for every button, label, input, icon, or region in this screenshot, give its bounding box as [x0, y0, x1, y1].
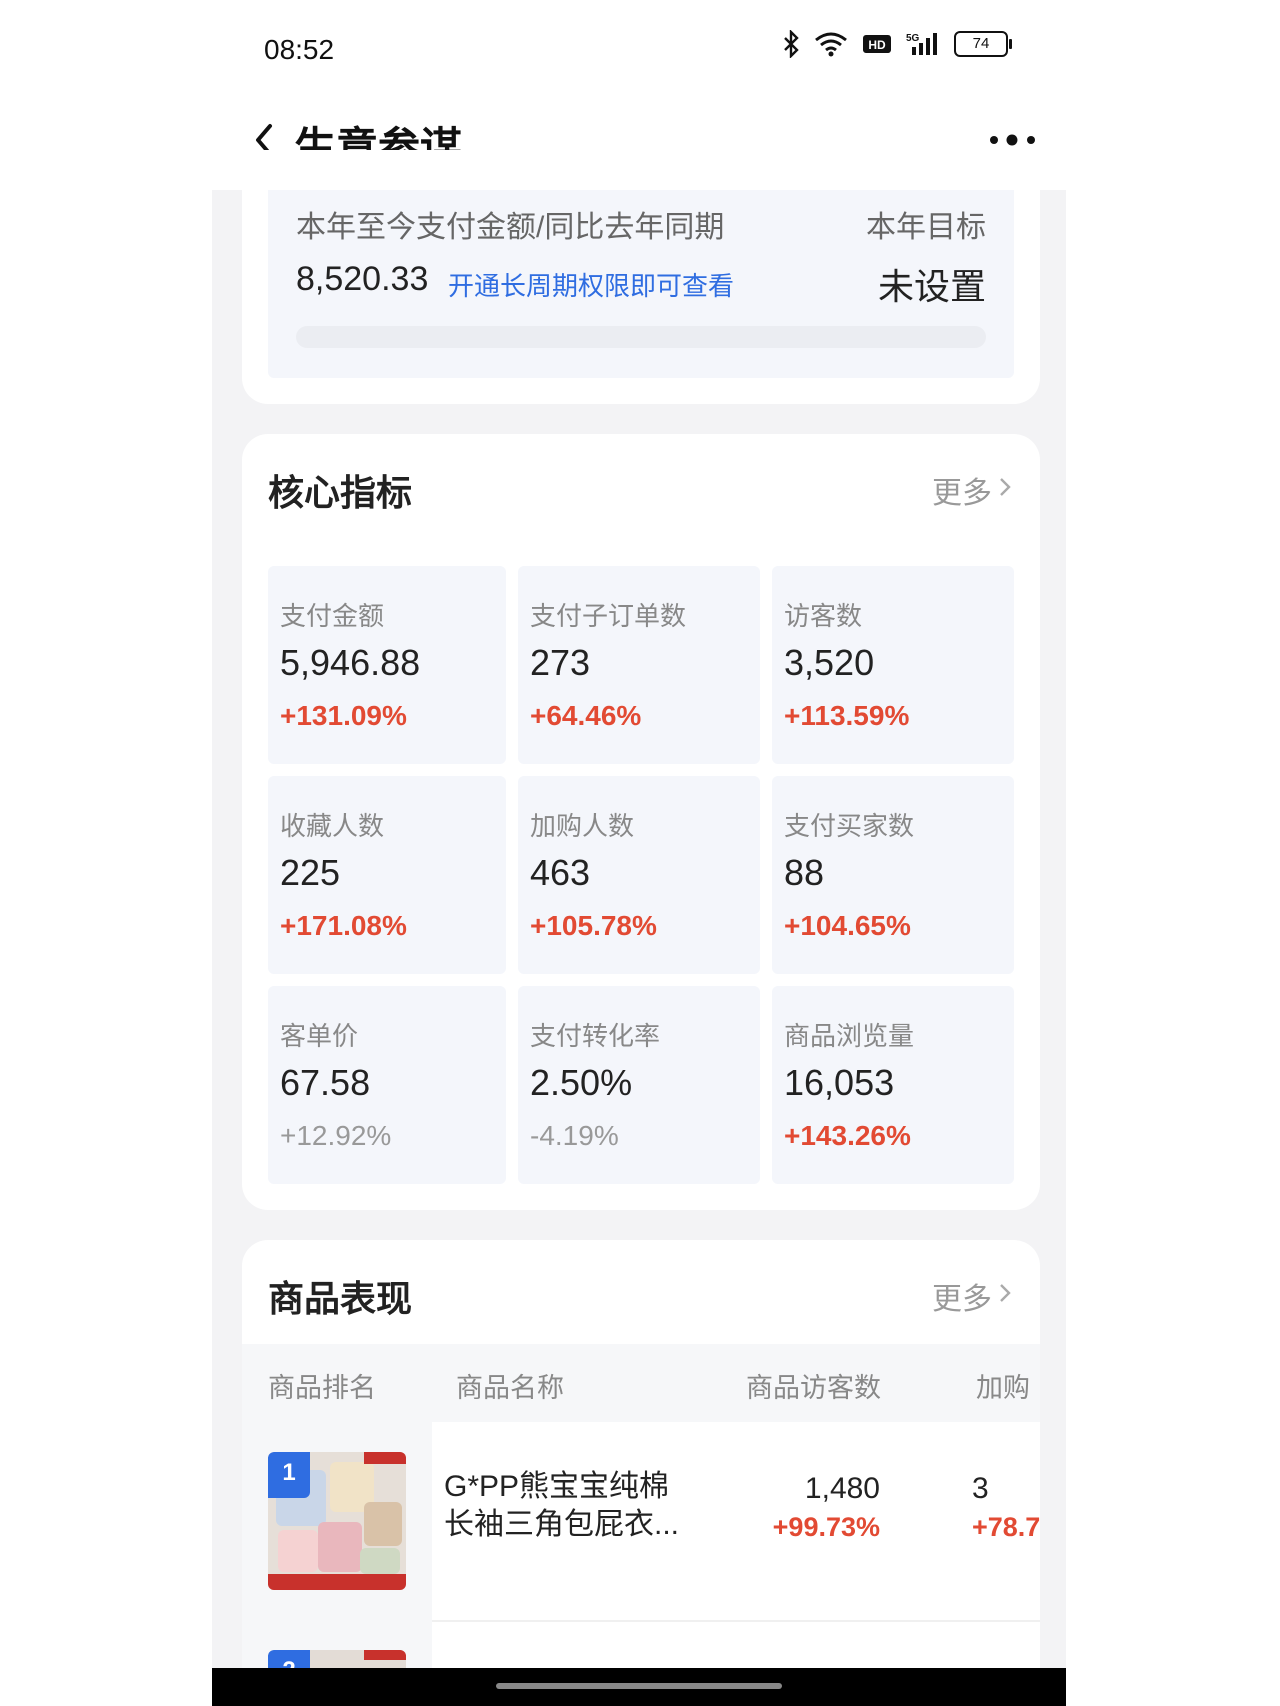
metric-label: 客单价: [280, 1021, 359, 1051]
goal-progress-bar: [296, 326, 986, 348]
annual-target-label: 本年目标: [866, 211, 986, 244]
metric-value: 3,520: [784, 642, 875, 683]
product-performance-more-link[interactable]: 更多: [932, 1274, 1012, 1318]
battery-icon: 74: [954, 31, 1012, 57]
svg-text:5G: 5G: [906, 33, 920, 44]
metric-tile[interactable]: 支付金额 5,946.88 +131.09%: [268, 566, 506, 764]
more-label: 更多: [932, 1283, 992, 1316]
metric-value: 67.58: [280, 1062, 371, 1103]
row-divider: [432, 1620, 1040, 1622]
metric-change: +131.09%: [280, 700, 407, 731]
metric-tile[interactable]: 收藏人数 225 +171.08%: [268, 776, 506, 974]
metric-tile[interactable]: 加购人数 463 +105.78%: [518, 776, 760, 974]
status-icons: HD 5G 74: [782, 30, 1012, 58]
metric-value: 16,053: [784, 1062, 895, 1103]
metric-tile[interactable]: 商品浏览量 16,053 +143.26%: [772, 986, 1014, 1184]
product-name[interactable]: G*PP熊宝宝纯棉长袖三角包屁衣...: [444, 1468, 694, 1544]
metric-change: -4.19%: [530, 1120, 619, 1151]
metric-change: +105.78%: [530, 910, 657, 941]
product-cart: 3: [972, 1472, 989, 1505]
core-metrics-title: 核心指标: [268, 472, 413, 513]
metric-change: +104.65%: [784, 910, 911, 941]
more-options-icon[interactable]: [988, 132, 1038, 148]
metric-change: +143.26%: [784, 1120, 911, 1151]
metric-value: 88: [784, 852, 825, 893]
chevron-right-icon: [998, 1279, 1012, 1313]
wifi-icon: [814, 31, 848, 57]
metric-change: +12.92%: [280, 1120, 392, 1151]
core-metrics-more-link[interactable]: 更多: [932, 468, 1012, 512]
status-time: 08:52: [264, 34, 335, 65]
product-thumbnail[interactable]: 1: [268, 1452, 406, 1590]
more-label: 更多: [932, 477, 992, 510]
unlock-long-period-link[interactable]: 开通长周期权限即可查看: [448, 266, 734, 303]
column-header-cart[interactable]: 加购: [976, 1366, 1030, 1405]
metric-label: 商品浏览量: [784, 1021, 915, 1051]
metric-label: 访客数: [784, 601, 863, 631]
bluetooth-icon: [782, 30, 800, 58]
hd-icon: HD: [862, 33, 892, 55]
ytd-payment-label: 本年至今支付金额/同比去年同期: [296, 211, 725, 244]
metric-tile[interactable]: 客单价 67.58 +12.92%: [268, 986, 506, 1184]
metric-value: 5,946.88: [280, 642, 421, 683]
metric-value: 463: [530, 852, 591, 893]
metric-label: 支付子订单数: [530, 601, 687, 631]
metric-tile[interactable]: 支付子订单数 273 +64.46%: [518, 566, 760, 764]
product-visitors: 1,480: [804, 1472, 880, 1505]
signal-5g-icon: 5G: [906, 31, 940, 57]
product-visitors-change: +99.73%: [772, 1512, 880, 1542]
metric-change: +171.08%: [280, 910, 407, 941]
svg-text:HD: HD: [868, 38, 886, 52]
metric-value: 2.50%: [530, 1062, 633, 1103]
metric-value: 273: [530, 642, 591, 683]
status-bar: 08:52 HD 5G 74: [212, 0, 1066, 96]
product-performance-card: 商品表现 更多 商品排名 商品名称 商品访客数 加购 1 G*PP熊宝宝纯棉长袖…: [242, 1240, 1040, 1706]
product-cart-change: +78.7: [972, 1512, 1041, 1542]
phone-screen: 08:52 HD 5G 74 生意参谋 本年至今支付金额/同比去年同期 本年目标…: [212, 0, 1066, 1706]
annual-goal-panel: 本年至今支付金额/同比去年同期 本年目标 8,520.33 开通长周期权限即可查…: [268, 190, 1014, 378]
column-header-visitors[interactable]: 商品访客数: [746, 1366, 881, 1405]
chevron-right-icon: [998, 473, 1012, 507]
rank-badge: 1: [268, 1452, 310, 1498]
metric-change: +113.59%: [784, 700, 910, 731]
annual-target-value[interactable]: 未设置: [878, 258, 986, 310]
metric-label: 支付买家数: [784, 811, 915, 841]
metric-label: 支付转化率: [530, 1021, 661, 1051]
annual-goal-card: 本年至今支付金额/同比去年同期 本年目标 8,520.33 开通长周期权限即可查…: [242, 150, 1040, 404]
product-table-header: 商品排名 商品名称 商品访客数 加购: [242, 1344, 1040, 1422]
metric-label: 加购人数: [530, 811, 635, 841]
column-header-name: 商品名称: [456, 1373, 564, 1403]
column-header-rank: 商品排名: [268, 1373, 376, 1403]
metric-tile[interactable]: 访客数 3,520 +113.59%: [772, 566, 1014, 764]
metric-tile[interactable]: 支付买家数 88 +104.65%: [772, 776, 1014, 974]
product-performance-title: 商品表现: [268, 1278, 413, 1319]
metric-label: 收藏人数: [280, 811, 385, 841]
metric-label: 支付金额: [280, 601, 385, 631]
ytd-payment-value: 8,520.33: [296, 260, 429, 298]
home-indicator[interactable]: [496, 1683, 782, 1689]
core-metrics-card: 核心指标 更多 支付金额 5,946.88 +131.09% 支付子订单数 273 +6…: [242, 434, 1040, 1210]
metrics-grid: 支付金额 5,946.88 +131.09% 支付子订单数 273 +64.46% 访客…: [268, 566, 1014, 1184]
metric-tile[interactable]: 支付转化率 2.50% -4.19%: [518, 986, 760, 1184]
metric-change: +64.46%: [530, 700, 642, 731]
metric-value: 225: [280, 852, 341, 893]
